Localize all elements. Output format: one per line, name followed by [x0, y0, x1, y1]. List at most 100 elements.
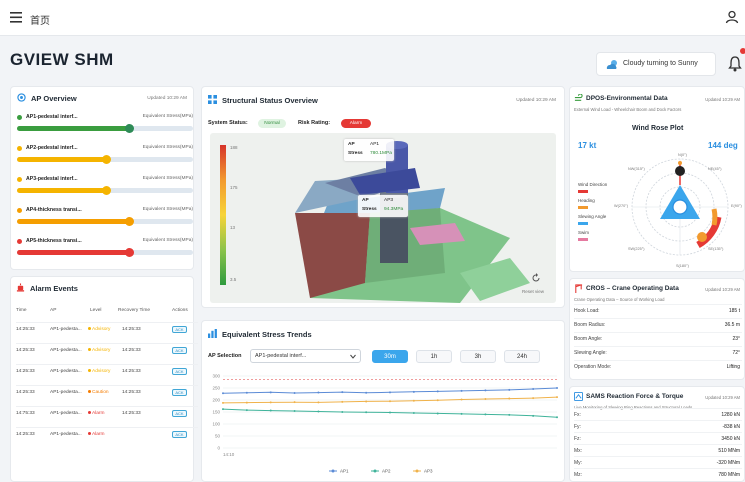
data-point [222, 392, 224, 395]
col-recovery: Recovery Time [118, 308, 150, 313]
weather-widget[interactable]: Cloudy turning to Sunny [596, 52, 716, 76]
ap-status-dot [17, 146, 22, 151]
ap-row[interactable]: AP1-pedestal interf... Equivalent Stress(… [17, 114, 193, 140]
y-tick-label: 200 [212, 398, 220, 403]
data-point [245, 391, 248, 394]
ap-name: AP2-pedestal interf... [26, 145, 78, 151]
range-button-30m[interactable]: 30m [372, 350, 408, 363]
y-tick-label: 150 [212, 410, 220, 415]
ap-selection-label: AP Selection [208, 353, 242, 359]
y-tick-label: 250 [212, 386, 220, 391]
data-point [341, 411, 344, 413]
ack-button[interactable]: ACK [172, 368, 187, 375]
ap-stress-fill [17, 157, 107, 162]
cros-row: Hook Load: 185 t [574, 304, 742, 316]
sams-title: SAMS Reaction Force & Torque [586, 393, 684, 400]
ap-name: AP1-pedestal interf... [26, 114, 78, 120]
level-dot [88, 390, 91, 394]
menu-icon[interactable] [10, 12, 22, 23]
ap-row[interactable]: AP3-pedestal interf... Equivalent Stress(… [17, 176, 193, 202]
alarm-recovery: 14:25:33 [122, 411, 141, 416]
range-button-1h[interactable]: 1h [416, 350, 452, 363]
ap-stress-knob [125, 248, 134, 257]
compass-sw: SW(225°) [628, 247, 645, 251]
ap-row[interactable]: AP5-thickness transi... Equivalent Stress… [17, 238, 193, 264]
cros-row: Slewing Angle: 72° [574, 346, 742, 358]
wind-icon [574, 94, 583, 101]
level-dot [88, 348, 91, 352]
alarm-time: 14:25:33 [16, 348, 35, 353]
alarm-ap: AP1-pedesta... [50, 327, 82, 332]
system-status-label: System Status: [208, 120, 248, 126]
x-tick-label: 14:10 [223, 452, 235, 457]
force-icon [574, 392, 583, 401]
alarm-time: 14:75:33 [16, 411, 35, 416]
ap-overview-title: AP Overview [31, 94, 77, 103]
level-dot [88, 327, 91, 331]
col-level: Level [90, 308, 102, 313]
data-point [556, 396, 558, 399]
data-point [484, 413, 487, 416]
compass-ne: NE(45°) [708, 167, 722, 171]
reset-view-icon[interactable] [531, 273, 541, 283]
sams-key: Fx: [574, 412, 581, 418]
structural-card: Structural Status Overview Updated 10:29… [201, 86, 565, 308]
data-point [365, 391, 368, 394]
ack-button[interactable]: ACK [172, 326, 187, 333]
home-link[interactable]: 首页 [30, 12, 50, 27]
ack-button[interactable]: ACK [172, 347, 187, 354]
range-button-24h[interactable]: 24h [504, 350, 540, 363]
sams-row: Mx: 510 MNm [574, 444, 742, 456]
data-point [389, 411, 391, 414]
reset-view-label[interactable]: Reset view [522, 289, 544, 294]
data-point [436, 412, 439, 415]
dpos-card: DPOS-Environmental Data Updated 10:29 AM… [569, 86, 745, 272]
level-dot [88, 369, 91, 373]
cros-updated: Updated 10:29 AM [705, 287, 740, 292]
alarm-level: Advisory [88, 348, 110, 353]
user-icon[interactable] [725, 10, 739, 24]
data-point [317, 410, 320, 413]
sams-row: My: -320 MNm [574, 456, 742, 468]
alarm-ap: AP1-pedesta... [50, 369, 82, 374]
ack-button[interactable]: ACK [172, 431, 187, 438]
ack-button[interactable]: ACK [172, 389, 187, 396]
ap-name: AP3-pedestal interf... [26, 176, 78, 182]
range-button-3h[interactable]: 3h [460, 350, 496, 363]
data-point [412, 390, 415, 393]
target-icon [17, 93, 26, 102]
alarm-ap: AP1-pedesta... [50, 432, 82, 437]
ap-row[interactable]: AP2-pedestal interf... Equivalent Stress(… [17, 145, 193, 171]
data-point [389, 391, 391, 394]
stress-trend-chart[interactable]: 0 50 100 150 200 250 300 14:10 AP1 AP2 AP3 [201, 370, 565, 482]
bell-icon[interactable] [728, 56, 742, 72]
ap-metric-label: Equivalent Stress(MPa) [142, 145, 193, 150]
structure-viewport[interactable]: 188 175 13 3.5 AP AP1 Stress 780.1MPa AP… [210, 133, 556, 303]
legend-marker [415, 469, 419, 473]
alarm-level: Caution [88, 390, 109, 395]
notification-dot [740, 48, 745, 54]
level-dot [88, 411, 91, 415]
data-point [269, 401, 272, 404]
ack-button[interactable]: ACK [172, 410, 187, 417]
alarm-level: Advisory [88, 327, 110, 332]
data-point [460, 398, 463, 401]
ap-stress-fill [17, 126, 130, 131]
ap3-tooltip: AP AP3 Stress 94.3MPa [358, 195, 408, 217]
ap-name: AP5-thickness transi... [26, 238, 82, 244]
data-point [436, 390, 439, 393]
data-point [293, 401, 296, 404]
y-tick-label: 300 [212, 374, 220, 379]
alarm-level-text: Alarm [92, 411, 105, 416]
cros-subtitle: Crane Operating Data – Source of Working… [574, 297, 665, 302]
sams-key: Fz: [574, 436, 581, 442]
alarm-recovery: 14:25:33 [122, 348, 141, 353]
cros-title: CROS – Crane Operating Data [586, 285, 679, 292]
data-point [389, 400, 391, 403]
sams-row: Fy: -838 kN [574, 420, 742, 432]
col-actions: Actions [172, 308, 188, 313]
ap-select[interactable]: AP1-pedestal interf... [250, 349, 361, 363]
chevron-down-icon [350, 354, 356, 359]
sams-key: Mz: [574, 472, 583, 478]
ap-row[interactable]: AP4-thickness transi... Equivalent Stress… [17, 207, 193, 233]
